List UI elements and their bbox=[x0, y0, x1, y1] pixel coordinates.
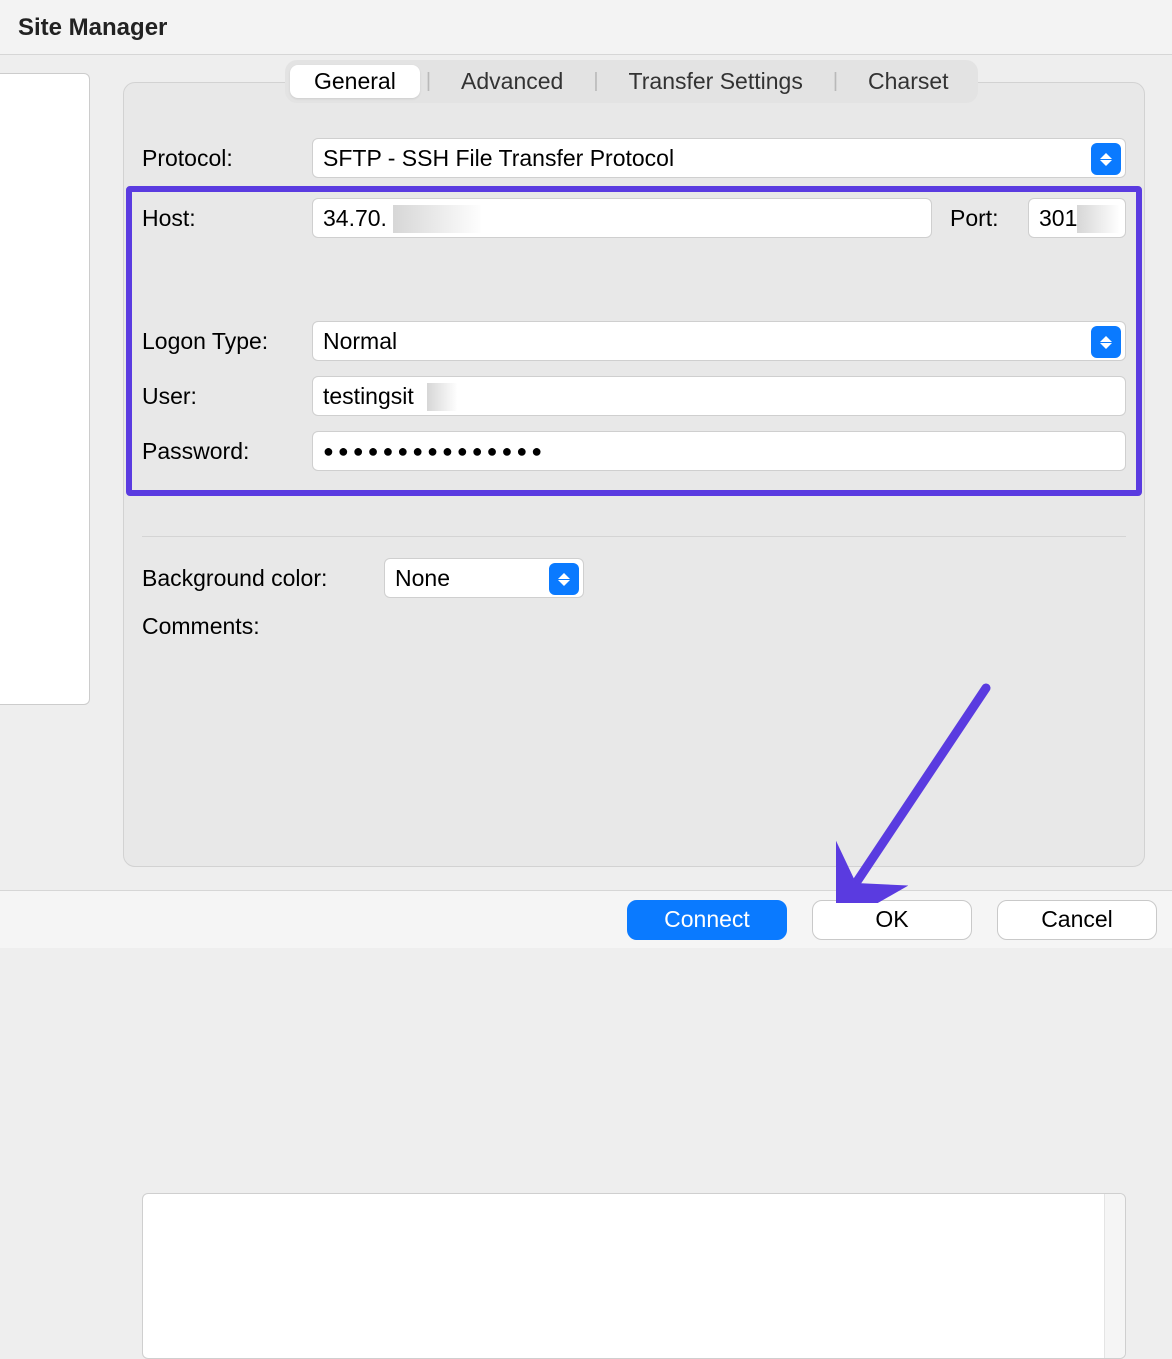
cancel-button[interactable]: Cancel bbox=[997, 900, 1157, 940]
logon-type-label: Logon Type: bbox=[142, 328, 312, 355]
redaction-smudge bbox=[393, 205, 481, 233]
protocol-select[interactable]: SFTP - SSH File Transfer Protocol bbox=[312, 138, 1126, 178]
protocol-value: SFTP - SSH File Transfer Protocol bbox=[323, 145, 674, 172]
password-mask: ●●●●●●●●●●●●●●● bbox=[323, 441, 546, 462]
logon-type-select[interactable]: Normal bbox=[312, 321, 1126, 361]
chevron-updown-icon bbox=[1091, 326, 1121, 358]
general-panel: Protocol: SFTP - SSH File Transfer Proto… bbox=[123, 82, 1145, 867]
password-label: Password: bbox=[142, 438, 312, 465]
host-input[interactable]: 34.70. bbox=[312, 198, 932, 238]
chevron-updown-icon bbox=[1091, 143, 1121, 175]
tab-transfer[interactable]: Transfer Settings bbox=[605, 65, 827, 98]
port-label: Port: bbox=[950, 205, 1010, 232]
tab-general[interactable]: General bbox=[290, 65, 420, 98]
connect-button[interactable]: Connect bbox=[627, 900, 787, 940]
host-value: 34.70. bbox=[323, 205, 387, 232]
password-input[interactable]: ●●●●●●●●●●●●●●● bbox=[312, 431, 1126, 471]
port-input[interactable]: 301 bbox=[1028, 198, 1126, 238]
tab-separator: | bbox=[827, 70, 844, 93]
host-label: Host: bbox=[142, 205, 312, 232]
window-title: Site Manager bbox=[0, 0, 1172, 55]
tab-advanced[interactable]: Advanced bbox=[437, 65, 587, 98]
tab-separator: | bbox=[587, 70, 604, 93]
user-label: User: bbox=[142, 383, 312, 410]
divider bbox=[142, 536, 1126, 537]
user-value: testingsit bbox=[323, 383, 414, 410]
chevron-updown-icon bbox=[549, 563, 579, 595]
ok-button[interactable]: OK bbox=[812, 900, 972, 940]
protocol-label: Protocol: bbox=[142, 145, 312, 172]
tab-charset[interactable]: Charset bbox=[844, 65, 973, 98]
tab-separator: | bbox=[420, 70, 437, 93]
tabstrip: General | Advanced | Transfer Settings |… bbox=[285, 60, 978, 103]
comments-textarea[interactable] bbox=[142, 1193, 1126, 1359]
dialog-footer: Connect OK Cancel bbox=[0, 890, 1172, 948]
annotation-arrow bbox=[836, 683, 1006, 903]
bgcolor-value: None bbox=[395, 565, 450, 592]
bgcolor-label: Background color: bbox=[142, 565, 384, 592]
port-value: 301 bbox=[1039, 205, 1077, 232]
logon-type-value: Normal bbox=[323, 328, 397, 355]
redaction-smudge bbox=[1077, 205, 1119, 233]
user-input[interactable]: testingsit bbox=[312, 376, 1126, 416]
dialog-body: General | Advanced | Transfer Settings |… bbox=[0, 55, 1172, 889]
comments-label: Comments: bbox=[142, 613, 1126, 640]
bgcolor-select[interactable]: None bbox=[384, 558, 584, 598]
redaction-smudge bbox=[427, 383, 457, 411]
sites-tree-pane[interactable] bbox=[0, 73, 90, 705]
